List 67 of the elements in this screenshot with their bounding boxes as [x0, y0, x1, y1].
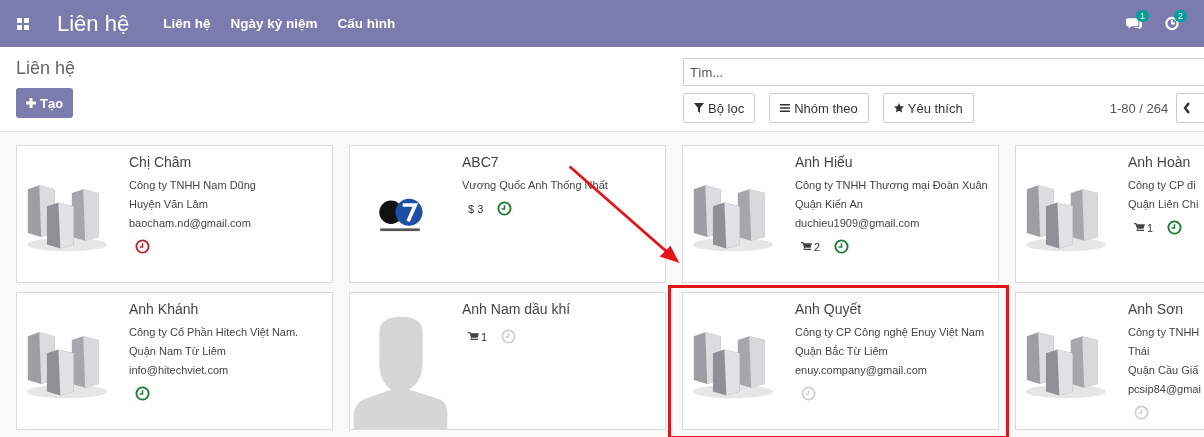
create-button[interactable]: Tạo [16, 88, 74, 118]
contact-detail: info@hitechviet.com [129, 363, 229, 378]
contact-detail: Thái [1128, 344, 1150, 359]
contact-detail: Quận Kiến An [795, 197, 863, 212]
contact-card[interactable]: Anh Nam dầu khí 1 [349, 292, 666, 430]
contact-name: Chị Châm [129, 154, 192, 170]
notification-badge: 2 [1174, 10, 1187, 22]
cart-icon [1134, 223, 1145, 232]
contact-card[interactable]: Anh Quyết Công ty CP Công nghệ Enuy Việt Nam Quận Bắc Từ Liêm enuy.company@gmail.com [682, 292, 999, 430]
search-option-button[interactable]: Yêu thích [882, 93, 974, 123]
contact-detail: baocham.nd@gmail.com [129, 216, 251, 231]
badge-count: 1 [1147, 221, 1154, 234]
contact-detail: pcsip84@gmai [1128, 382, 1201, 397]
contact-detail: Công ty TNHH Nam Dũng [129, 178, 256, 193]
contact-name: Anh Khánh [129, 301, 199, 317]
star-icon [893, 103, 904, 113]
contact-detail: Quận Nam Từ Liêm [129, 344, 227, 359]
badge-count: $ 3 [468, 202, 484, 215]
contact-name: Anh Nam dầu khí [462, 301, 571, 317]
cart-icon [801, 242, 812, 251]
contact-detail: Công ty TNHH Thương mại Đoàn Xuân [795, 178, 988, 193]
search-option-button[interactable]: Bộ lọc [683, 93, 756, 123]
chat-icon[interactable] [1126, 16, 1142, 31]
menu-item[interactable]: Liên hệ [163, 16, 211, 31]
plus-icon [26, 98, 36, 108]
contact-card[interactable]: Chị Châm Công ty TNHH Nam Dũng Huyện Văn Lâm baocham.nd@gmail.com [16, 145, 333, 283]
contact-name: Anh Quyết [795, 301, 862, 317]
contact-detail: Quận Cầu Giấ [1128, 363, 1199, 378]
breadcrumb-title: Liên hệ [16, 58, 76, 79]
activity-clock-icon[interactable] [497, 201, 513, 216]
contact-name: Anh Sơn [1128, 301, 1184, 317]
contact-name: Anh Hoàn [1128, 154, 1191, 170]
activity-clock-icon[interactable] [1167, 220, 1183, 235]
contact-detail: Quận Bắc Từ Liêm [795, 344, 888, 359]
previous-page-button[interactable] [1176, 93, 1204, 123]
contact-detail: Công ty CP Công nghệ Enuy Việt Nam [795, 325, 985, 340]
contact-card[interactable]: Anh Khánh Công ty Cổ Phần Hitech Việt Nam. Quận Nam Từ Liêm info@hitechviet.com [16, 292, 333, 430]
contact-detail: Công ty Cổ Phần Hitech Việt Nam. [129, 325, 299, 340]
contact-detail: Công ty TNHH [1128, 325, 1200, 340]
contact-name: ABC7 [462, 154, 499, 170]
list-icon [780, 103, 791, 113]
contact-detail: Quận Liên Chi [1128, 197, 1199, 212]
badge-count: 2 [814, 240, 821, 253]
contact-detail: duchieu1909@gmail.com [795, 216, 920, 231]
contact-card[interactable]: Anh Hiếu Công ty TNHH Thương mại Đoàn Xuân Quận Kiến An duchieu1909@gmail.com 2 [682, 145, 999, 283]
badge-count: 1 [481, 330, 488, 343]
activity-clock-icon[interactable] [135, 239, 150, 254]
contact-detail: Huyện Văn Lâm [129, 197, 208, 212]
search-option-button[interactable]: Nhóm theo [769, 93, 869, 123]
filter-icon [694, 103, 704, 113]
contact-card[interactable]: Anh Sơn Công ty TNHH Thái Quận Cầu Giấ pcsip84@gmai [1015, 292, 1204, 430]
contact-name: Anh Hiếu [795, 154, 853, 170]
contact-card[interactable]: Anh Hoàn Công ty CP đi Quận Liên Chi 1 [1015, 145, 1204, 283]
apps-grid-icon[interactable] [17, 17, 29, 30]
activity-clock-icon[interactable] [834, 239, 850, 254]
activity-clock-icon[interactable] [135, 386, 150, 401]
menu-item[interactable]: Cấu hình [337, 16, 396, 31]
contact-detail: enuy.company@gmail.com [795, 363, 928, 378]
clock-icon[interactable] [1164, 16, 1180, 31]
menu-item[interactable]: Ngày kỷ niệm [230, 16, 318, 31]
contact-detail: Công ty CP đi [1128, 178, 1196, 193]
pager-value: 1-80 / 264 [1109, 100, 1169, 116]
app-title: Liên hệ [57, 10, 130, 37]
chevron-left-icon [1183, 102, 1192, 114]
cart-icon [468, 332, 479, 341]
search-field[interactable]: Tìm... [683, 58, 1204, 86]
notification-badge: 1 [1136, 10, 1149, 22]
